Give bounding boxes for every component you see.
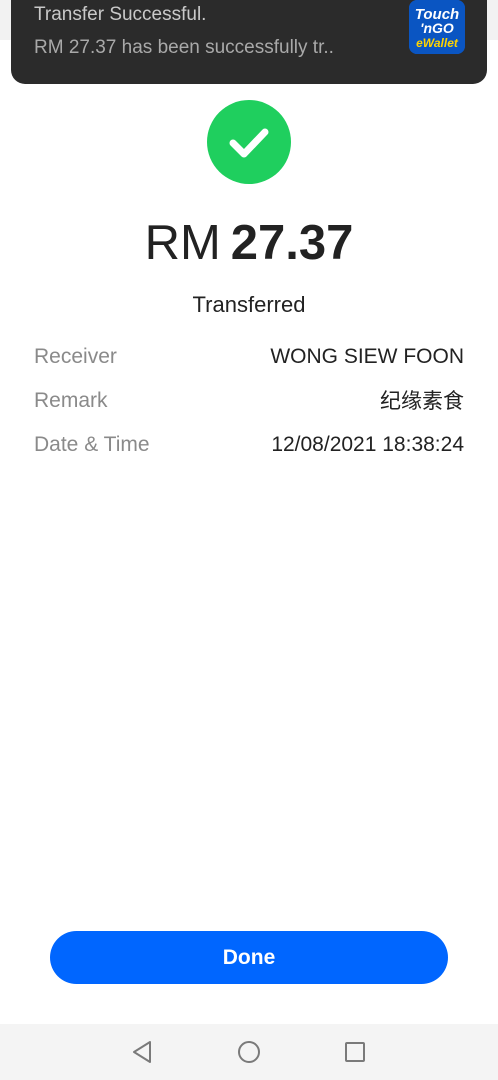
back-triangle-icon[interactable] xyxy=(129,1038,157,1066)
transfer-amount: RM 27.37 xyxy=(0,208,498,278)
done-button[interactable]: Done xyxy=(50,931,448,984)
remark-value: 纪缘素食 xyxy=(380,389,464,413)
datetime-value: 12/08/2021 18:38:24 xyxy=(271,433,464,456)
datetime-label: Date & Time xyxy=(34,433,150,456)
transfer-notification[interactable]: Transfer Successful. RM 27.37 has been s… xyxy=(11,0,487,84)
receiver-label: Receiver xyxy=(34,345,117,368)
system-navigation-bar xyxy=(0,1024,498,1080)
remark-label: Remark xyxy=(34,389,108,412)
success-checkmark-icon xyxy=(207,100,291,184)
receiver-value: WONG SIEW FOON xyxy=(270,345,464,368)
notification-body: RM 27.37 has been successfully tr.. xyxy=(34,37,334,58)
notification-title: Transfer Successful. xyxy=(34,4,207,25)
touch-n-go-logo-icon: Touch 'nGO eWallet xyxy=(409,0,465,54)
amount-value: 27.37 xyxy=(230,216,354,270)
svg-text:'nGO: 'nGO xyxy=(420,20,454,36)
home-circle-icon[interactable] xyxy=(235,1038,263,1066)
svg-text:eWallet: eWallet xyxy=(416,36,459,50)
transfer-status: Transferred xyxy=(192,292,306,317)
recents-square-icon[interactable] xyxy=(341,1038,369,1066)
amount-currency: RM xyxy=(144,216,221,270)
